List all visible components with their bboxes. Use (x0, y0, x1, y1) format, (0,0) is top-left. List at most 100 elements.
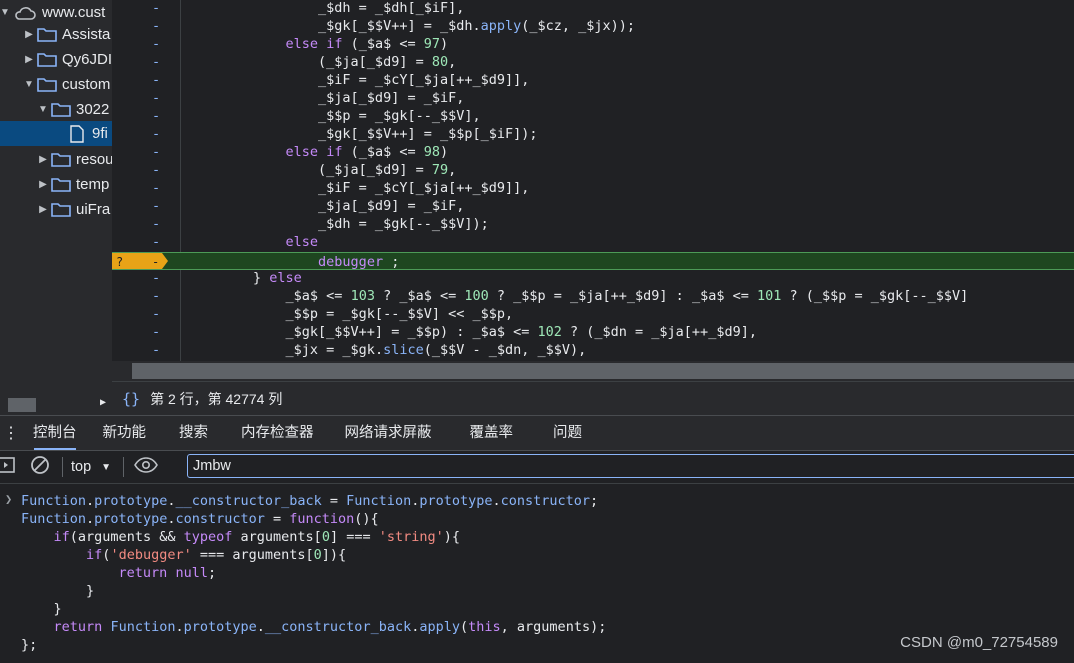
code-line[interactable]: - } else (112, 269, 1074, 287)
tree-item-label: custom (62, 76, 111, 93)
gutter-mark[interactable]: - (152, 53, 164, 71)
code-text: _$ja[_$d9] = _$iF, (188, 90, 465, 106)
tree-item-folder[interactable]: ▼ custom (0, 72, 112, 97)
code-text: _$$p = _$gk[--_$$V], (188, 108, 481, 124)
code-line[interactable]: - else (112, 233, 1074, 251)
file-icon (70, 124, 84, 143)
tree-item-folder[interactable]: ▶ uiFra (0, 197, 112, 222)
gutter-mark[interactable]: - (152, 179, 164, 197)
tab-whats-new[interactable]: 新功能 (90, 416, 160, 450)
breakpoint-marker[interactable]: ? - (112, 253, 168, 269)
scrollbar-thumb[interactable] (8, 398, 36, 412)
chevron-down-icon[interactable]: ▼ (0, 7, 10, 18)
gutter-mark[interactable]: - (152, 233, 164, 251)
tab-memory-inspector[interactable]: 内存检查器 (228, 416, 327, 450)
code-text: _$iF = _$cY[_$ja[++_$d9]], (188, 180, 530, 196)
code-line[interactable]: - _$dh = _$gk[--_$$V]); (112, 215, 1074, 233)
gutter-mark[interactable]: - (152, 35, 164, 53)
chevron-right-icon[interactable]: ▶ (38, 179, 48, 190)
editor-horizontal-scrollbar[interactable] (112, 361, 1074, 381)
console-code-line: if('debugger' === arguments[0]){ (86, 547, 347, 563)
code-text: _$gk[_$$V++] = _$$p[_$iF]); (188, 126, 538, 142)
gutter-mark[interactable]: - (152, 71, 164, 89)
code-line[interactable]: - (_$ja[_$d9] = 80, (112, 53, 1074, 71)
gutter-mark[interactable]: - (152, 269, 164, 287)
code-line[interactable]: - else if (_$a$ <= 97) (112, 35, 1074, 53)
gutter-mark[interactable]: - (152, 161, 164, 179)
sidebar-horizontal-scrollbar[interactable]: ▶ (0, 395, 112, 415)
code-line[interactable]: - else if (_$a$ <= 98) (112, 143, 1074, 161)
clear-console-icon[interactable] (30, 455, 50, 479)
tree-item-folder[interactable]: ▶ Qy6JDI (0, 47, 112, 72)
drawer-tab-bar: ⋮ 控制台 新功能 搜索 内存检查器 网络请求屏蔽 覆盖率 问题 (0, 415, 1074, 451)
console-filter-input[interactable]: Jmbw (187, 454, 1074, 478)
gutter-mark[interactable]: - (152, 197, 164, 215)
folder-icon (51, 177, 71, 192)
chevron-right-icon[interactable]: ▶ (38, 154, 48, 165)
console-code-line: if(arguments && typeof arguments[0] === … (53, 529, 461, 545)
code-line[interactable]: - _$ja[_$d9] = _$iF, (112, 197, 1074, 215)
tree-item-folder[interactable]: ▶ temp (0, 172, 112, 197)
chevron-down-icon[interactable]: ▼ (24, 79, 34, 90)
chevron-down-icon[interactable]: ▼ (38, 104, 48, 115)
gutter-mark[interactable]: - (152, 287, 164, 305)
scrollbar-thumb[interactable] (132, 363, 1074, 379)
tree-item-folder[interactable]: ▶ Assista (0, 22, 112, 47)
live-expression-eye-icon[interactable] (134, 457, 159, 477)
gutter-mark[interactable]: - (152, 125, 164, 143)
folder-icon (37, 52, 57, 67)
code-line[interactable]: - _$ja[_$d9] = _$iF, (112, 89, 1074, 107)
code-line[interactable]: - (_$ja[_$d9] = 79, (112, 161, 1074, 179)
code-line[interactable]: - _$gk[_$$V++] = _$$p) : _$a$ <= 102 ? (… (112, 323, 1074, 341)
tree-item-label: uiFra (76, 201, 111, 218)
folder-icon (51, 202, 71, 217)
tree-item-folder[interactable]: ▶ resou (0, 147, 112, 172)
gutter-mark[interactable]: - (152, 305, 164, 323)
folder-icon (37, 27, 57, 42)
gutter-mark[interactable]: - (152, 107, 164, 125)
pretty-print-icon[interactable]: {} (122, 390, 140, 408)
console-code-line: } (21, 583, 95, 599)
gutter-mark[interactable]: - (152, 0, 164, 17)
tab-coverage[interactable]: 覆盖率 (450, 416, 534, 450)
editor-status-bar: {} 第 2 行，第 42774 列 (112, 381, 1074, 416)
code-line[interactable]: - _$$p = _$gk[--_$$V] << _$$p, (112, 305, 1074, 323)
code-line[interactable]: - _$iF = _$cY[_$ja[++_$d9]], (112, 179, 1074, 197)
scroll-right-icon[interactable]: ▶ (100, 397, 106, 408)
code-text: } else (188, 270, 302, 286)
more-options-icon[interactable]: ⋮ (2, 423, 20, 443)
tree-item-file-selected[interactable]: 9fi (0, 121, 112, 146)
code-editor[interactable]: - _$dh = _$dh[_$iF], - _$gk[_$$V++] = _$d… (112, 0, 1074, 361)
folder-icon (51, 152, 71, 167)
code-line[interactable]: - _$dh = _$dh[_$iF], (112, 0, 1074, 17)
gutter-mark[interactable]: - (152, 341, 164, 359)
tree-item-label: www.cust (42, 4, 106, 21)
prompt-chevron-icon: ❯ (5, 492, 13, 506)
code-line-paused[interactable]: ? - debugger ; (112, 252, 1074, 270)
code-line[interactable]: - _$jx = _$gk.slice(_$$V - _$dn, _$$V), (112, 341, 1074, 359)
console-code-line: } (21, 601, 62, 617)
gutter-mark[interactable]: - (152, 143, 164, 161)
gutter-mark[interactable]: - (152, 89, 164, 107)
sidebar-toggle-icon[interactable] (0, 456, 16, 478)
code-text: _$jx = _$gk.slice(_$$V - _$dn, _$$V), (188, 342, 587, 358)
code-text: _$ja[_$d9] = _$iF, (188, 198, 465, 214)
tree-item-folder[interactable]: ▼ 3022 (0, 97, 112, 122)
code-line[interactable]: - _$a$ <= 103 ? _$a$ <= 100 ? _$$p = _$j… (112, 287, 1074, 305)
code-line[interactable]: - _$$p = _$gk[--_$$V], (112, 107, 1074, 125)
code-text: else (285, 234, 319, 250)
chevron-right-icon[interactable]: ▶ (24, 54, 34, 65)
gutter-mark[interactable]: - (152, 17, 164, 35)
code-line[interactable]: - _$iF = _$cY[_$ja[++_$d9]], (112, 71, 1074, 89)
gutter-mark[interactable]: - (152, 215, 164, 233)
code-line[interactable]: - _$gk[_$$V++] = _$$p[_$iF]); (112, 125, 1074, 143)
code-line[interactable]: - _$gk[_$$V++] = _$dh.apply(_$cz, _$jx))… (112, 17, 1074, 35)
chevron-right-icon[interactable]: ▶ (38, 204, 48, 215)
context-selector[interactable]: top ▼ (71, 459, 111, 475)
gutter-mark[interactable]: - (152, 323, 164, 341)
tab-search[interactable]: 搜索 (159, 416, 228, 450)
tab-issues[interactable]: 问题 (533, 416, 602, 450)
tab-network-request-blocking[interactable]: 网络请求屏蔽 (327, 416, 450, 450)
tab-console[interactable]: 控制台 (20, 416, 90, 450)
chevron-right-icon[interactable]: ▶ (24, 29, 34, 40)
